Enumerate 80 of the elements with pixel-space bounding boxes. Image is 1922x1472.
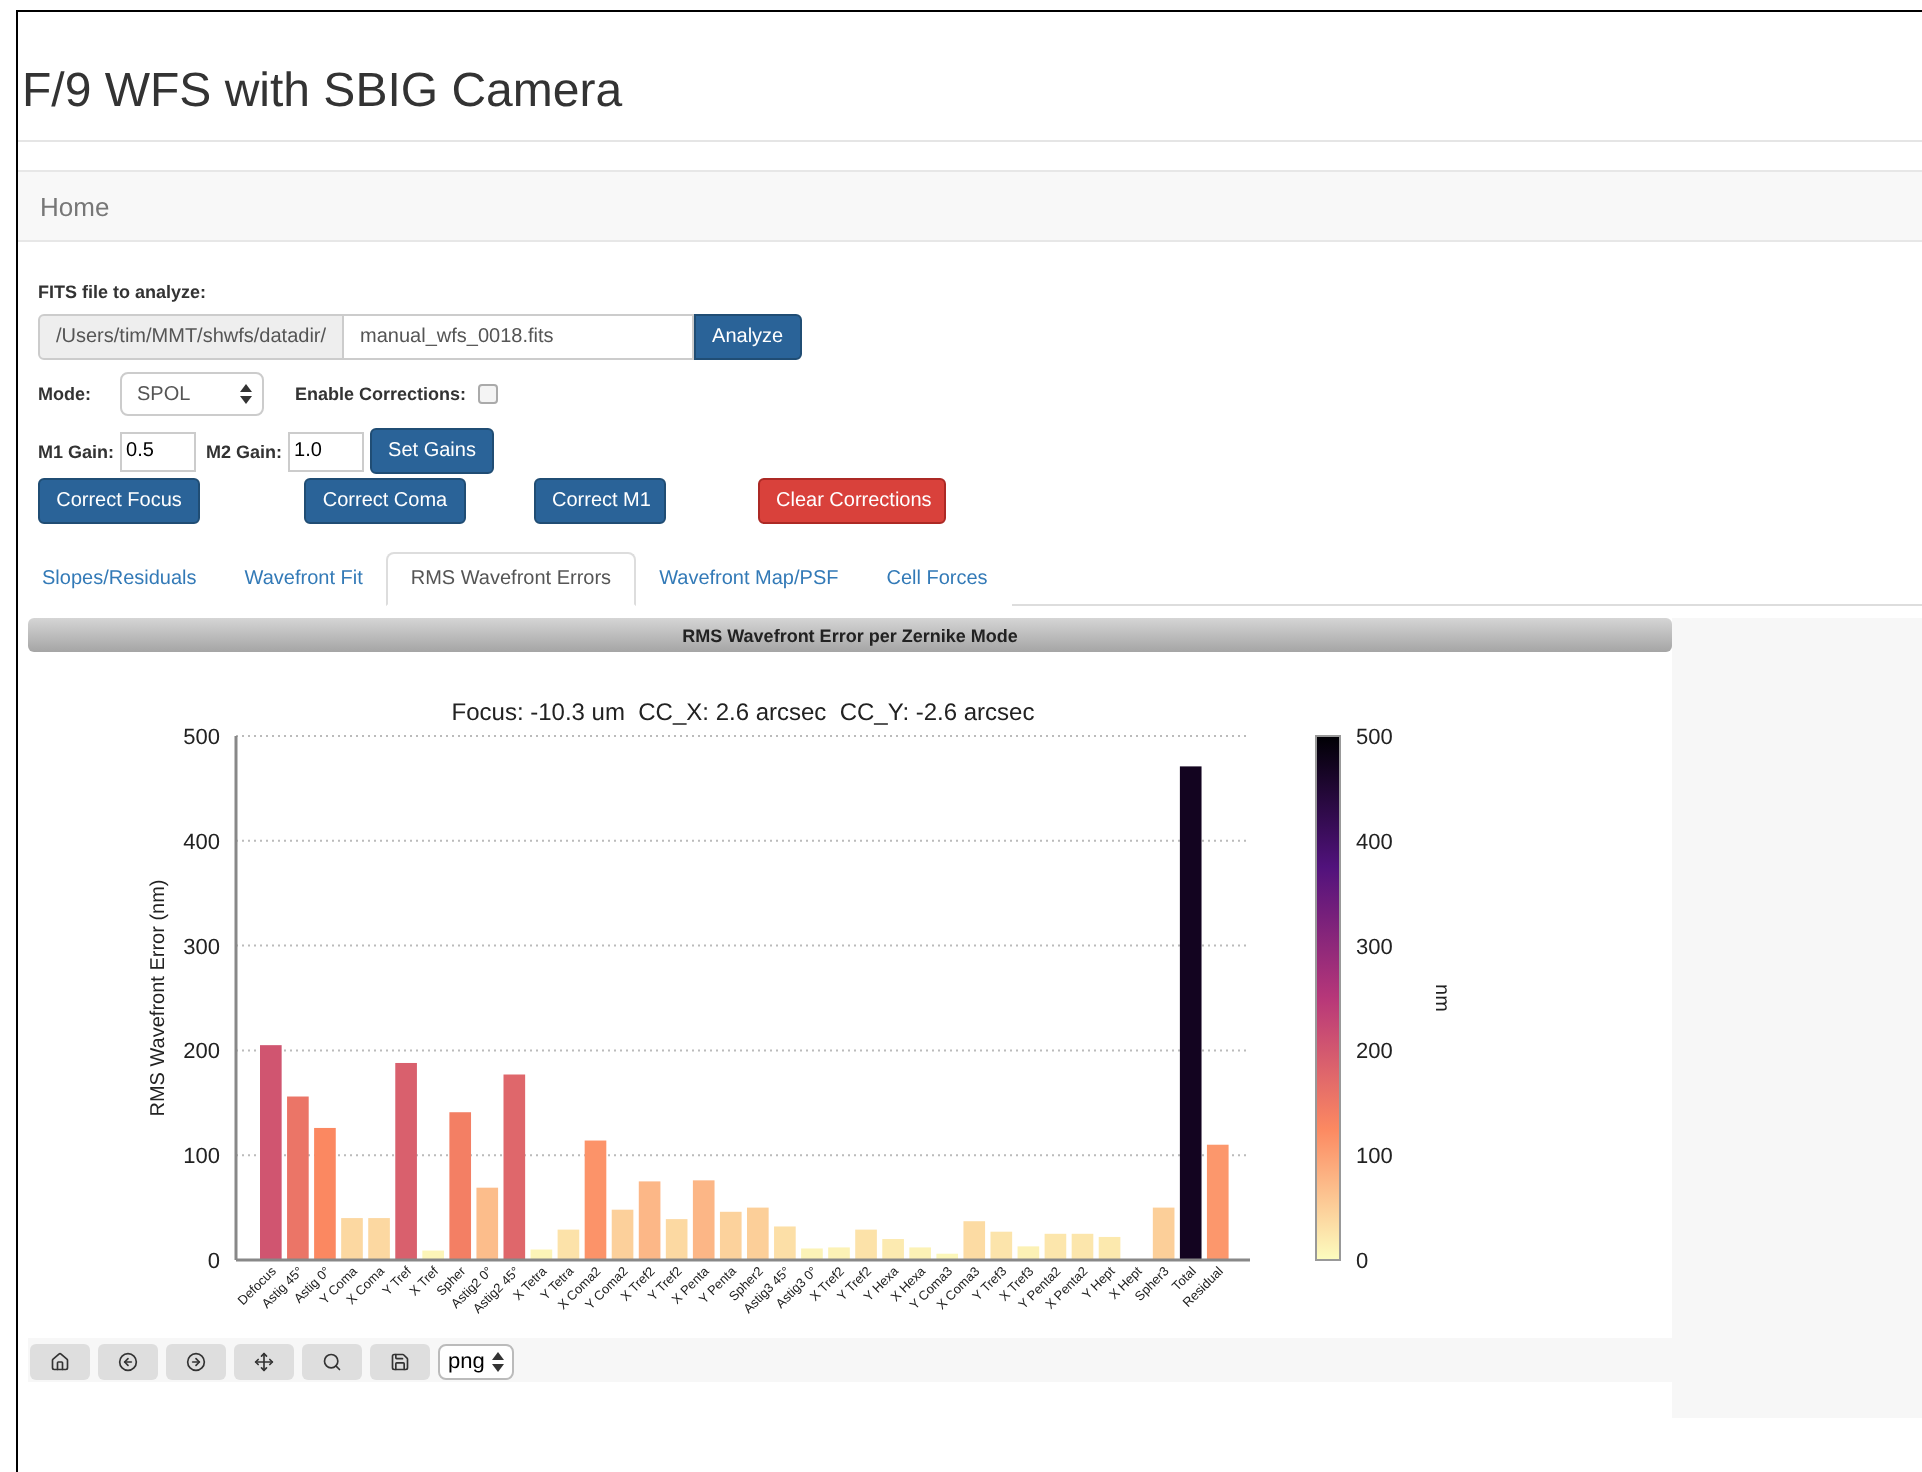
file-input[interactable]: manual_wfs_0018.fits [344,314,695,360]
bar [584,1140,607,1260]
save-icon [390,1352,410,1372]
home-icon [50,1352,70,1372]
tab[interactable]: RMS Wavefront Errors [386,552,636,606]
colorbar-tick-label: 300 [1356,935,1393,960]
bar [990,1231,1013,1260]
bar [314,1127,336,1260]
field-label: Mode: [38,384,91,404]
corrections-checkbox[interactable] [478,384,499,404]
bar [368,1218,390,1260]
bar [774,1226,796,1260]
bar [692,1180,715,1260]
path-prefix: /Users/tim/MMT/shwfs/datadir/ [38,314,345,360]
y-tick-label: 300 [183,935,220,960]
tab[interactable]: Wavefront Map/PSF [635,552,863,606]
field-label: Enable Corrections: [295,384,467,404]
bar [1017,1246,1040,1260]
bar [422,1250,444,1260]
y-tick-label: 400 [183,830,220,855]
bar [855,1229,877,1260]
colorbar-tick-label: 0 [1356,1250,1369,1274]
field-label: M1 Gain: [38,441,115,461]
bar [963,1221,986,1260]
colorbar-label: nm [1430,984,1452,1012]
y-tick-label: 0 [207,1250,220,1274]
chart-title: Focus: -10.3 um CC_X: 2.6 arcsec CC_Y: -2.6 arcsec [451,698,1035,726]
format-select[interactable]: png [438,1344,515,1380]
bar [719,1211,742,1260]
analyze-button[interactable]: Analyze [694,314,802,360]
y-tick-label: 100 [183,1145,220,1170]
colorbar-tick-label: 400 [1356,830,1393,855]
forward-icon [186,1352,206,1372]
caret-icon [239,384,251,404]
toolbar-button[interactable] [234,1344,294,1380]
action-button[interactable]: Correct M1 [534,478,666,524]
toolbar-button[interactable] [370,1344,430,1380]
bar [882,1239,904,1260]
bar [557,1229,580,1260]
bar [341,1218,363,1260]
bar [1098,1236,1121,1260]
y-tick-label: 500 [183,726,220,750]
bar [801,1248,823,1260]
m2-gain-input[interactable]: 1.0 [288,431,365,471]
move-icon [254,1352,274,1372]
mode-select[interactable]: SPOL [119,372,263,416]
bar [1071,1233,1094,1260]
bar [1152,1207,1175,1260]
colorbar-tick-label: 200 [1356,1040,1393,1065]
bar [665,1219,688,1260]
back-icon [118,1352,138,1372]
bar [530,1249,553,1260]
caret-icon [492,1352,505,1372]
tab[interactable]: Wavefront Fit [220,552,387,606]
field-label: FITS file to analyze: [38,282,209,302]
bar [1206,1144,1229,1260]
colorbar-tick-label: 500 [1356,726,1393,750]
toolbar-button[interactable] [166,1344,226,1380]
field-label: M2 Gain: [206,441,283,461]
bar [476,1187,499,1260]
y-axis-label: RMS Wavefront Error (nm) [148,879,170,1117]
y-tick-label: 200 [183,1040,220,1065]
set-gains-button[interactable]: Set Gains [370,428,494,474]
bar [638,1181,661,1260]
action-button[interactable]: Correct Coma [304,478,466,524]
bar [936,1253,959,1260]
toolbar-button[interactable] [98,1344,158,1380]
toolbar-button[interactable] [302,1344,362,1380]
page-title: F/9 WFS with SBIG Camera [18,12,1922,142]
colorbar-tick-label: 100 [1356,1145,1393,1170]
bar [611,1209,634,1260]
action-button[interactable]: Clear Corrections [758,478,946,524]
home-link[interactable]: Home [40,191,110,221]
toolbar-button[interactable] [30,1344,90,1380]
action-button[interactable]: Correct Focus [38,478,200,524]
m1-gain-input[interactable]: 0.5 [120,431,197,471]
zoom-icon [322,1352,342,1372]
panel-heading: RMS Wavefront Error per Zernike Mode [28,618,1672,652]
bar [1044,1233,1067,1260]
bar [747,1207,769,1260]
